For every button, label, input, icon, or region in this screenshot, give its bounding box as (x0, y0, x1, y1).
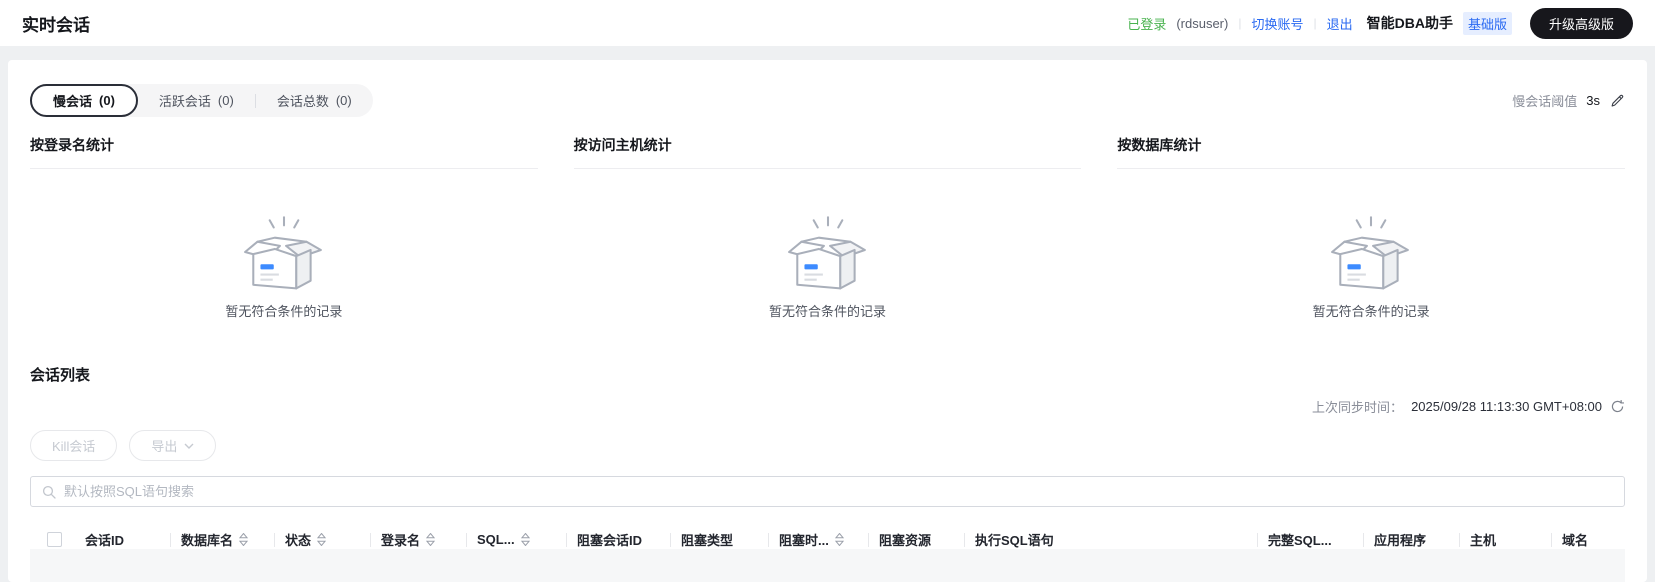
stats-by-database: 按数据库统计 暂无符合条件的记录 (1117, 135, 1626, 326)
tab-label: 慢会话 (53, 94, 93, 109)
slow-session-threshold: 慢会话阈值 3s (1512, 91, 1625, 110)
threshold-label: 慢会话阈值 (1512, 94, 1578, 109)
column-label: 阻塞时... (779, 533, 829, 548)
select-all-checkbox[interactable] (47, 532, 62, 547)
column-label: 阻塞会话ID (577, 533, 643, 548)
export-label: 导出 (151, 439, 178, 454)
last-sync-time: 2025/09/28 11:13:30 GMT+08:00 (1411, 399, 1602, 414)
sort-icon (426, 533, 436, 546)
sort-icon (317, 533, 327, 546)
search-bar (30, 476, 1625, 507)
column-label: 执行SQL语句 (975, 533, 1054, 548)
edition-badge: 基础版 (1462, 11, 1512, 35)
tab-slow-sessions[interactable]: 慢会话 (0) (30, 84, 138, 117)
refresh-button[interactable] (1610, 399, 1625, 414)
empty-text: 暂无符合条件的记录 (1312, 304, 1430, 319)
tab-count: (0) (99, 93, 115, 108)
empty-text: 暂无符合条件的记录 (769, 304, 887, 319)
column-label: 阻塞资源 (879, 533, 932, 548)
tabs-row: 慢会话 (0) 活跃会话 (0) 会话总数 (0) 慢会话阈值 3s (30, 84, 1625, 117)
upgrade-button[interactable]: 升级高级版 (1529, 7, 1633, 39)
column-label: 会话ID (85, 533, 125, 548)
kill-session-label: Kill会话 (52, 439, 96, 454)
search-icon (42, 485, 56, 499)
empty-box-icon (1331, 216, 1410, 290)
empty-box-icon (243, 216, 322, 290)
empty-state: 暂无符合条件的记录 (1117, 169, 1625, 326)
sort-icon (520, 533, 530, 546)
login-status: 已登录 (1127, 16, 1167, 32)
tab-label: 活跃会话 (158, 94, 211, 109)
session-tab-group: 慢会话 (0) 活跃会话 (0) 会话总数 (0) (30, 84, 373, 117)
column-label: 域名 (1562, 533, 1589, 548)
kill-session-button[interactable]: Kill会话 (30, 430, 118, 461)
tab-active-sessions[interactable]: 活跃会话 (0) (138, 84, 255, 117)
topbar-right: 已登录 (rdsuser) | 切换账号 | 退出 智能DBA助手 基础版 升级… (1127, 7, 1633, 39)
empty-text: 暂无符合条件的记录 (225, 304, 343, 319)
column-label: 主机 (1470, 533, 1497, 548)
stats-title: 按数据库统计 (1117, 135, 1626, 169)
top-bar: 实时会话 已登录 (rdsuser) | 切换账号 | 退出 智能DBA助手 基… (0, 0, 1655, 46)
stats-title: 按登录名统计 (30, 135, 538, 169)
stats-row: 按登录名统计 暂无符合条件的记录 按访问主机统计 暂无符合条件的记录 按数据库统… (30, 135, 1626, 326)
divider: | (1238, 16, 1242, 30)
switch-account-link[interactable]: 切换账号 (1251, 14, 1303, 33)
column-label: 应用程序 (1374, 533, 1427, 548)
column-label: SQL... (477, 532, 515, 547)
sort-icon (834, 533, 844, 546)
column-label: 状态 (285, 533, 312, 548)
threshold-value: 3s (1586, 93, 1600, 108)
column-label: 数据库名 (181, 533, 234, 548)
stats-title: 按访问主机统计 (573, 135, 1082, 169)
column-label: 登录名 (381, 533, 421, 548)
table-body-empty-strip (30, 549, 1625, 582)
empty-state: 暂无符合条件的记录 (574, 169, 1082, 326)
session-list-title: 会话列表 (30, 367, 91, 384)
search-input[interactable] (64, 484, 1613, 499)
login-user: (rdsuser) (1176, 15, 1229, 31)
empty-box-icon (787, 216, 866, 290)
column-label: 阻塞类型 (681, 533, 734, 548)
divider: | (1313, 16, 1317, 30)
stats-by-access-host: 按访问主机统计 暂无符合条件的记录 (573, 135, 1082, 326)
sort-icon (239, 533, 249, 546)
sync-row: 上次同步时间： 2025/09/28 11:13:30 GMT+08:00 (30, 397, 1625, 416)
chevron-down-icon (184, 443, 194, 449)
tab-count: (0) (217, 93, 234, 108)
logout-link[interactable]: 退出 (1327, 14, 1353, 33)
edit-threshold-button[interactable] (1609, 93, 1625, 109)
tab-total-sessions[interactable]: 会话总数 (0) (256, 84, 373, 117)
export-button[interactable]: 导出 (129, 430, 217, 461)
main-card: 慢会话 (0) 活跃会话 (0) 会话总数 (0) 慢会话阈值 3s 按登录名统… (8, 60, 1647, 582)
stats-by-login-name: 按登录名统计 暂无符合条件的记录 (30, 135, 538, 326)
refresh-icon (1611, 400, 1624, 413)
empty-state: 暂无符合条件的记录 (30, 169, 538, 326)
tab-label: 会话总数 (276, 94, 329, 109)
page-title: 实时会话 (22, 15, 90, 35)
last-sync-label: 上次同步时间： (1312, 400, 1404, 415)
tab-count: (0) (335, 93, 352, 108)
column-label: 完整SQL... (1268, 533, 1332, 548)
pencil-icon (1611, 94, 1624, 107)
app-name: 智能DBA助手 (1366, 15, 1453, 31)
table-actions: Kill会话 导出 (30, 430, 1625, 461)
